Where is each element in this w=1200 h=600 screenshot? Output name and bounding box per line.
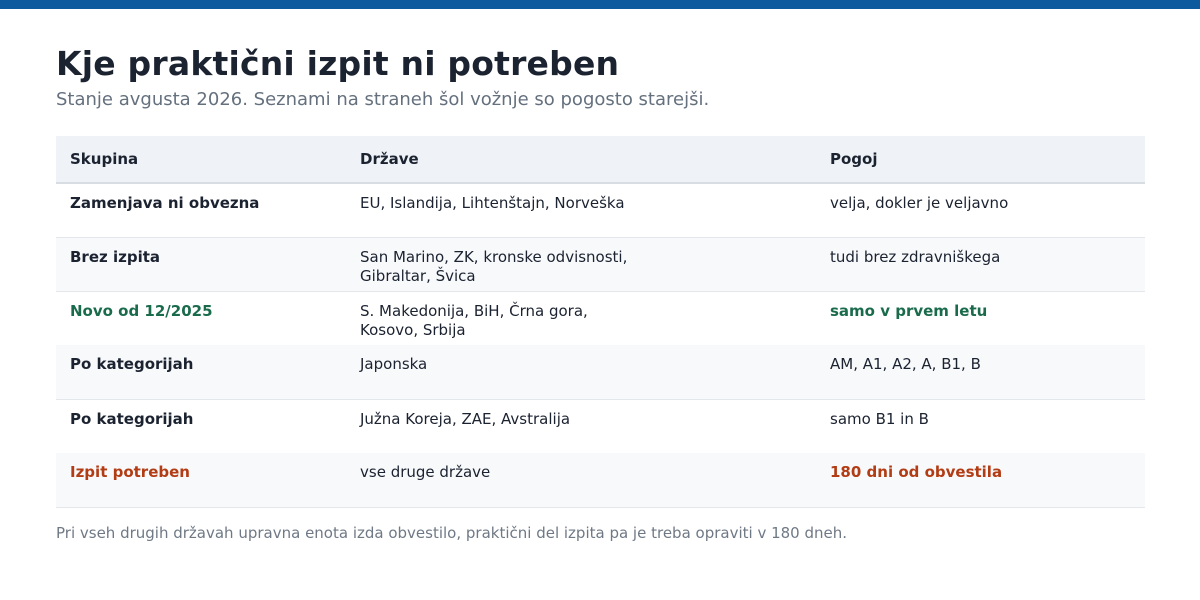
row-group-cell: Izpit potreben — [70, 463, 190, 481]
row-countries-cell: EU, Islandija, Lihtenštajn, Norveška — [360, 194, 625, 212]
row-group-cell: Novo od 12/2025 — [70, 301, 213, 320]
footnote: Pri vseh drugih državah upravna enota iz… — [56, 523, 848, 542]
row-condition-cell: AM, A1, A2, A, B1, B — [830, 355, 981, 373]
exemption-table: Skupina Države Pogoj Zamenjava ni obvezn… — [56, 136, 1145, 508]
row-group-cell: Po kategorijah — [70, 355, 194, 373]
column-header-countries: Države — [360, 150, 419, 168]
table-row: Po kategorijah Japonska AM, A1, A2, A, B… — [56, 345, 1145, 399]
column-header-condition: Pogoj — [830, 150, 878, 168]
row-countries-cell: San Marino, ZK, kronske odvisnosti, Gibr… — [360, 247, 628, 285]
page-subtitle: Stanje avgusta 2026. Seznami na straneh … — [56, 89, 710, 110]
top-accent-bar — [0, 0, 1200, 9]
table-row: Po kategorijah Južna Koreja, ZAE, Avstra… — [56, 399, 1145, 453]
row-condition-cell: velja, dokler je veljavno — [830, 194, 1009, 212]
column-header-group: Skupina — [70, 150, 139, 168]
row-condition-cell: tudi brez zdravniškega — [830, 247, 1001, 266]
row-group-cell: Po kategorijah — [70, 409, 194, 428]
row-group-cell: Zamenjava ni obvezna — [70, 194, 260, 212]
row-condition-cell: samo B1 in B — [830, 409, 929, 428]
table-row: Brez izpita San Marino, ZK, kronske odvi… — [56, 237, 1145, 291]
page-title: Kje praktični izpit ni potreben — [56, 44, 620, 83]
table-row: Izpit potreben vse druge države 180 dni … — [56, 453, 1145, 507]
table-row: Zamenjava ni obvezna EU, Islandija, Liht… — [56, 183, 1145, 237]
row-countries-cell: S. Makedonija, BiH, Črna gora, Kosovo, S… — [360, 301, 588, 339]
table-row: Novo od 12/2025 S. Makedonija, BiH, Črna… — [56, 291, 1145, 345]
table-header-row: Skupina Države Pogoj — [56, 136, 1145, 183]
main-content: Kje praktični izpit ni potreben Stanje a… — [56, 44, 1145, 543]
row-group-cell: Brez izpita — [70, 247, 160, 266]
row-countries-cell: Južna Koreja, ZAE, Avstralija — [360, 409, 571, 428]
row-countries-cell: vse druge države — [360, 463, 491, 481]
row-countries-cell: Japonska — [360, 355, 428, 373]
row-condition-cell: samo v prvem letu — [830, 301, 988, 320]
row-condition-cell: 180 dni od obvestila — [830, 463, 1003, 481]
